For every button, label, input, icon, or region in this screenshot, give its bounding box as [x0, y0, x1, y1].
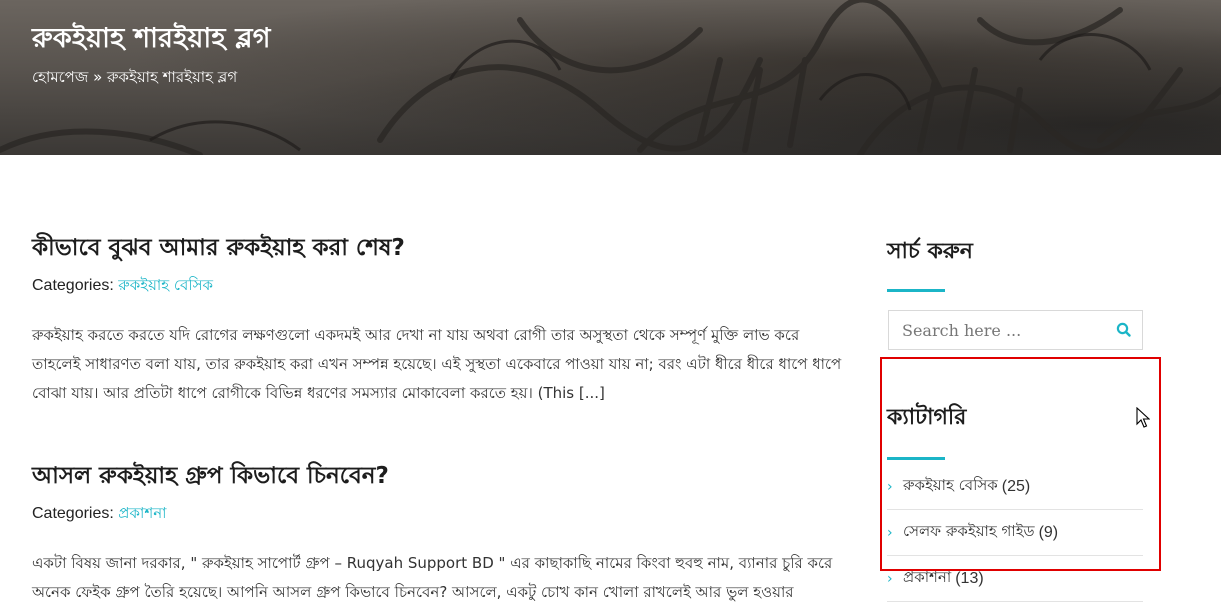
categories-label: Categories: [32, 505, 114, 522]
category-item[interactable]: › সেলফ রুকইয়াহ গাইড (9) [887, 510, 1143, 556]
breadcrumb-home-link[interactable]: হোমপেজ [32, 68, 88, 86]
header-banner: রুকইয়াহ শারইয়াহ ব্লগ হোমপেজ » রুকইয়াহ… [0, 0, 1221, 155]
category-item[interactable]: › রুকইয়াহ বেসিক (25) [887, 464, 1143, 510]
category-item-label[interactable]: সেলফ রুকইয়াহ গাইড [903, 520, 1035, 545]
post-excerpt: একটা বিষয় জানা দরকার, " রুকইয়াহ সাপোর্… [32, 554, 833, 601]
search-widget: সার্চ করুন [887, 234, 1147, 292]
category-link[interactable]: প্রকাশনা [118, 504, 166, 522]
post-list: কীভাবে বুঝব আমার রুকইয়াহ করা শেষ? Categ… [32, 230, 842, 607]
categories-widget: ক্যাটাগরি [887, 400, 966, 460]
search-form [888, 310, 1143, 350]
post-excerpt: রুকইয়াহ করতে করতে যদি রোগের লক্ষণগুলো এ… [32, 326, 842, 402]
search-widget-title: সার্চ করুন [887, 239, 973, 264]
category-item-label[interactable]: রুকইয়াহ বেসিক [903, 474, 998, 499]
category-item-count: (9) [1038, 523, 1059, 541]
category-link[interactable]: রুকইয়াহ বেসিক [118, 276, 213, 294]
category-item-count: (13) [955, 569, 984, 587]
categories-label: Categories: [32, 277, 114, 294]
post-categories: Categories: প্রকাশনা [32, 502, 842, 527]
chevron-right-icon: › [887, 478, 893, 495]
title-underline [887, 457, 945, 460]
post-title[interactable]: কীভাবে বুঝব আমার রুকইয়াহ করা শেষ? [32, 230, 842, 266]
site-title[interactable]: রুকইয়াহ শারইয়াহ ব্লগ [32, 18, 271, 63]
post-title[interactable]: আসল রুকইয়াহ গ্রুপ কিভাবে চিনবেন? [32, 458, 842, 494]
chevron-right-icon: › [887, 524, 893, 541]
chevron-right-icon: › [887, 570, 893, 587]
post-item: আসল রুকইয়াহ গ্রুপ কিভাবে চিনবেন? Catego… [32, 458, 842, 607]
category-list: › রুকইয়াহ বেসিক (25) › সেলফ রুকইয়াহ গা… [887, 464, 1143, 602]
post-categories: Categories: রুকইয়াহ বেসিক [32, 274, 842, 299]
post-item: কীভাবে বুঝব আমার রুকইয়াহ করা শেষ? Categ… [32, 230, 842, 408]
title-underline [887, 289, 945, 292]
breadcrumb: হোমপেজ » রুকইয়াহ শারইয়াহ ব্লগ [32, 66, 237, 91]
breadcrumb-current: রুকইয়াহ শারইয়াহ ব্লগ [107, 68, 238, 86]
cursor-icon [1136, 407, 1150, 428]
category-item-label[interactable]: প্রকাশনা [903, 566, 951, 591]
categories-widget-title: ক্যাটাগরি [887, 405, 967, 430]
search-button[interactable] [1114, 320, 1134, 340]
breadcrumb-separator: » [93, 68, 103, 86]
search-icon [1116, 322, 1131, 337]
category-item-count: (25) [1001, 477, 1031, 495]
category-item[interactable]: › প্রকাশনা (13) [887, 556, 1143, 602]
search-input[interactable] [889, 311, 1112, 349]
